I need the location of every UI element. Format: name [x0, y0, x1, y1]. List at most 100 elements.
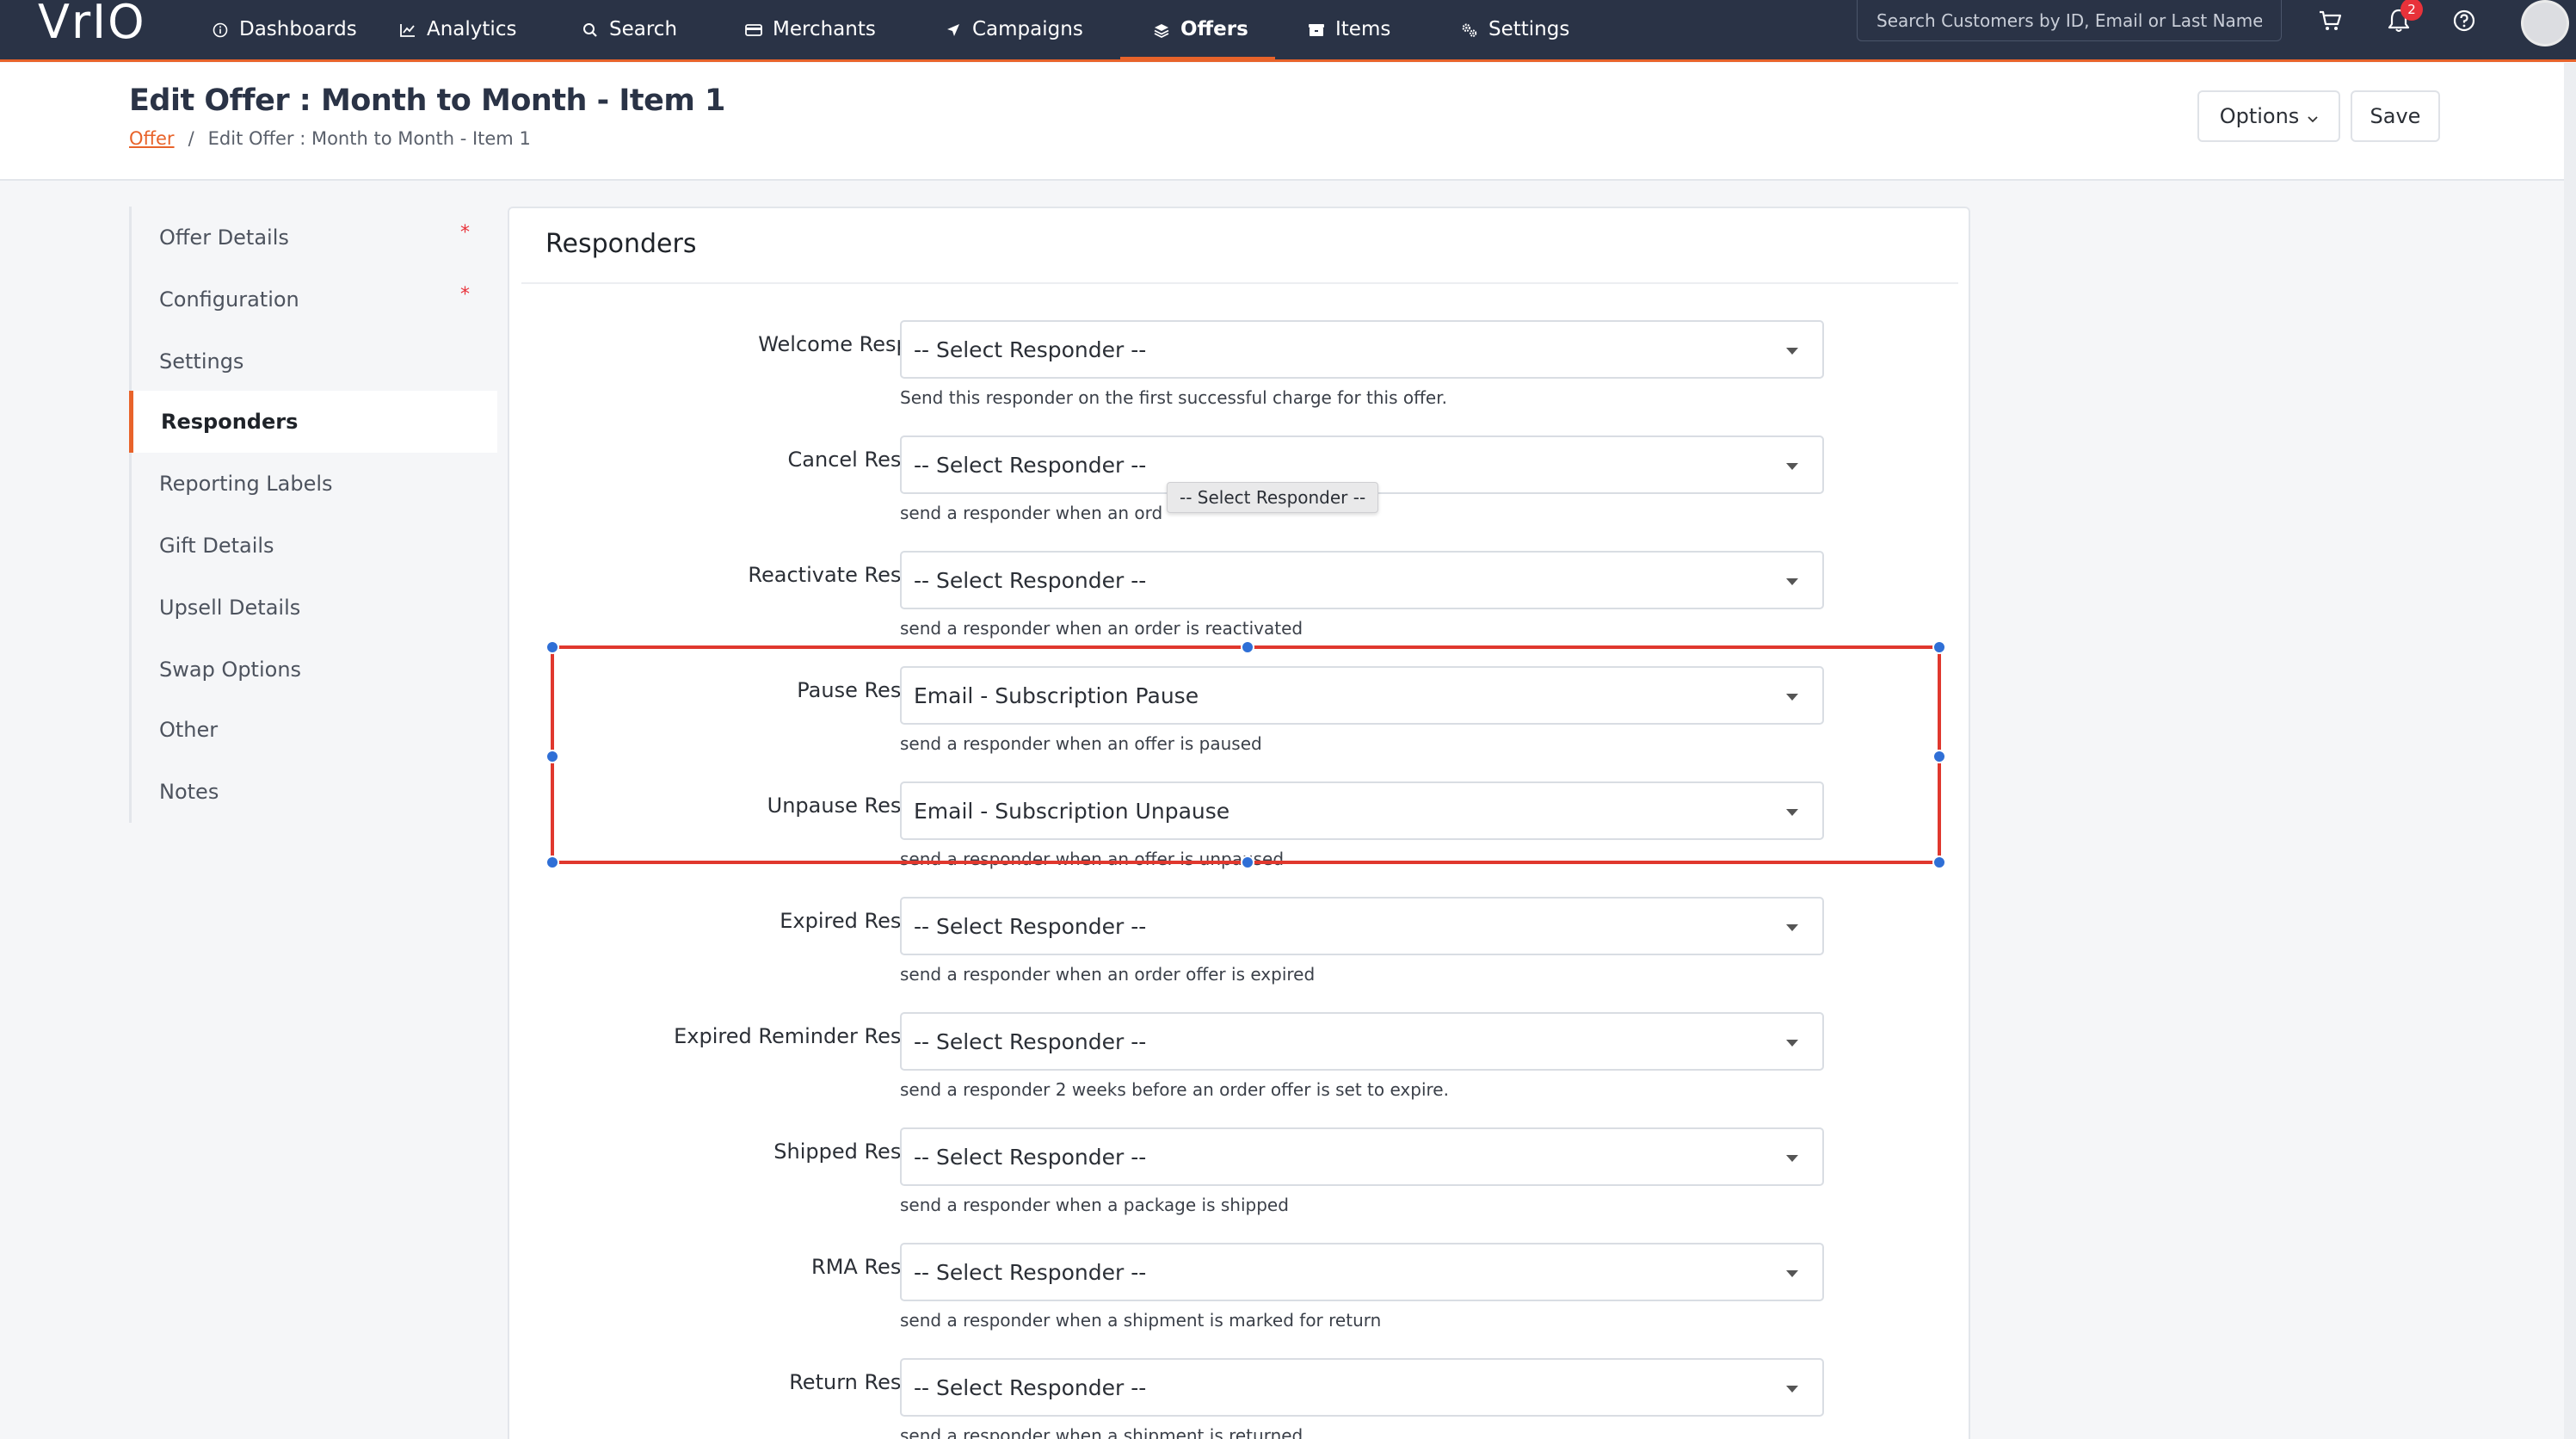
field-help-text: send a responder when an order offer is …	[900, 964, 1316, 985]
top-navbar: VrIO Dashboards Analytics Search Merchan…	[0, 0, 2576, 62]
shipped-responder-row: Shipped Responder: -- Select Responder -…	[509, 1112, 1972, 1227]
nav-merchants[interactable]: Merchants	[745, 0, 876, 59]
sidebar-item-label: Notes	[159, 780, 219, 804]
user-avatar[interactable]	[2521, 0, 2569, 46]
sidebar-item-offer-details[interactable]: Offer Details *	[132, 207, 500, 269]
field-help-text: send a responder 2 weeks before an order…	[900, 1079, 1449, 1100]
field-help-text: send a responder when a shipment is retu…	[900, 1425, 1303, 1439]
save-button[interactable]: Save	[2351, 90, 2440, 142]
nav-analytics[interactable]: Analytics	[399, 0, 516, 59]
cart-icon[interactable]	[2314, 5, 2345, 36]
expired-reminder-responder-row: Expired Reminder Responder: -- Select Re…	[509, 997, 1972, 1112]
sidebar-item-label: Configuration	[159, 287, 299, 312]
breadcrumb-separator: /	[188, 128, 194, 149]
select-value: Email - Subscription Unpause	[914, 798, 1230, 824]
info-circle-icon	[212, 22, 229, 39]
sidebar-item-gift-details[interactable]: Gift Details	[132, 515, 500, 577]
options-label: Options	[2219, 104, 2300, 128]
nav-settings-label: Settings	[1488, 18, 1570, 40]
breadcrumb-current: Edit Offer : Month to Month - Item 1	[207, 128, 531, 149]
caret-down-icon	[1786, 809, 1798, 816]
sidebar-item-other[interactable]: Other	[132, 699, 500, 761]
sidebar-item-label: Other	[159, 718, 219, 742]
field-help-text: send a responder when an offer is unpaus…	[900, 849, 1285, 869]
pause-responder-select[interactable]: Email - Subscription Pause	[900, 666, 1824, 725]
field-help-text: send a responder when an offer is paused	[900, 733, 1262, 754]
welcome-responder-row: Welcome Responder.: -- Select Responder …	[509, 305, 1972, 420]
page-scrollbar[interactable]	[2564, 63, 2576, 1439]
nav-items[interactable]: Items	[1308, 0, 1390, 59]
select-value: Email - Subscription Pause	[914, 682, 1199, 708]
nav-settings[interactable]: Settings	[1461, 0, 1569, 59]
sidebar-item-reporting-labels[interactable]: Reporting Labels	[132, 453, 500, 515]
options-dropdown-button[interactable]: Options	[2197, 90, 2340, 142]
offer-section-nav: Offer Details * Configuration * Settings…	[129, 207, 497, 823]
nav-analytics-label: Analytics	[427, 18, 517, 40]
select-value: -- Select Responder --	[914, 1144, 1147, 1170]
shipped-responder-select[interactable]: -- Select Responder --	[900, 1127, 1824, 1186]
caret-down-icon	[1786, 463, 1798, 470]
required-asterisk: *	[460, 222, 470, 244]
sidebar-item-notes[interactable]: Notes	[132, 761, 500, 823]
line-chart-icon	[399, 22, 416, 39]
select-value: -- Select Responder --	[914, 1028, 1147, 1054]
notification-bell-icon[interactable]: 2	[2383, 0, 2423, 36]
help-icon[interactable]	[2449, 5, 2480, 36]
expired-responder-row: Expired Responder: -- Select Responder -…	[509, 881, 1972, 997]
return-responder-row: Return Responder: -- Select Responder --…	[509, 1343, 1972, 1439]
sidebar-item-label: Reporting Labels	[159, 472, 333, 496]
active-nav-indicator	[1120, 57, 1275, 61]
vrio-logo[interactable]: VrIO	[38, 0, 146, 48]
sidebar-item-label: Offer Details	[159, 225, 289, 250]
nav-offers[interactable]: Offers	[1153, 0, 1248, 59]
sidebar-item-settings[interactable]: Settings	[132, 330, 500, 392]
unpause-responder-select[interactable]: Email - Subscription Unpause	[900, 781, 1824, 840]
unpause-responder-row: Unpause Responder: Email - Subscription …	[509, 766, 1972, 881]
sidebar-item-label: Swap Options	[159, 658, 302, 682]
caret-down-icon	[1786, 1040, 1798, 1047]
expired-responder-select[interactable]: -- Select Responder --	[900, 897, 1824, 955]
caret-down-icon	[1786, 578, 1798, 585]
field-help-text: send a responder when a package is shipp…	[900, 1195, 1289, 1215]
sidebar-item-configuration[interactable]: Configuration *	[132, 269, 500, 330]
paper-plane-icon	[945, 22, 962, 39]
customer-search-input[interactable]	[1857, 0, 2282, 41]
nav-search-label: Search	[609, 18, 678, 40]
sidebar-item-upsell-details[interactable]: Upsell Details	[132, 577, 500, 639]
caret-down-icon	[1786, 924, 1798, 931]
caret-down-icon	[1786, 1386, 1798, 1393]
select-value: -- Select Responder --	[914, 337, 1147, 362]
required-asterisk: *	[460, 284, 470, 306]
nav-campaigns-label: Campaigns	[972, 18, 1083, 40]
sidebar-item-swap-options[interactable]: Swap Options	[132, 639, 500, 701]
select-value: -- Select Responder --	[914, 1259, 1147, 1285]
caret-down-icon	[1786, 1270, 1798, 1277]
field-help-text: Send this responder on the first success…	[900, 387, 1447, 408]
caret-down-icon	[1786, 1155, 1798, 1162]
select-value: -- Select Responder --	[914, 1374, 1147, 1400]
nav-merchants-label: Merchants	[773, 18, 876, 40]
page-header: Edit Offer : Month to Month - Item 1 Off…	[0, 63, 2576, 181]
breadcrumb-offer-link[interactable]: Offer	[129, 128, 175, 149]
nav-offers-label: Offers	[1180, 18, 1248, 40]
cancel-responder-row: Cancel Responder: -- Select Responder --…	[509, 420, 1972, 535]
expired-reminder-responder-select[interactable]: -- Select Responder --	[900, 1012, 1824, 1071]
save-label: Save	[2370, 104, 2421, 128]
reactivate-responder-select[interactable]: -- Select Responder --	[900, 551, 1824, 609]
nav-search[interactable]: Search	[582, 0, 677, 59]
select-value: -- Select Responder --	[914, 452, 1147, 478]
rma-responder-select[interactable]: -- Select Responder --	[900, 1243, 1824, 1301]
return-responder-select[interactable]: -- Select Responder --	[900, 1358, 1824, 1417]
chevron-down-icon	[2308, 104, 2318, 128]
section-divider	[521, 282, 1958, 284]
caret-down-icon	[1786, 694, 1798, 701]
sidebar-item-responders[interactable]: Responders	[129, 391, 497, 453]
nav-campaigns[interactable]: Campaigns	[945, 0, 1083, 59]
nav-dashboards[interactable]: Dashboards	[212, 0, 357, 59]
pause-responder-row: Pause Responder: Email - Subscription Pa…	[509, 651, 1972, 766]
section-title: Responders	[545, 229, 697, 259]
select-tooltip: -- Select Responder --	[1167, 482, 1379, 513]
sidebar-item-label: Gift Details	[159, 534, 274, 558]
welcome-responder-select[interactable]: -- Select Responder --	[900, 320, 1824, 379]
field-help-text: send a responder when an order is reacti…	[900, 618, 1303, 639]
